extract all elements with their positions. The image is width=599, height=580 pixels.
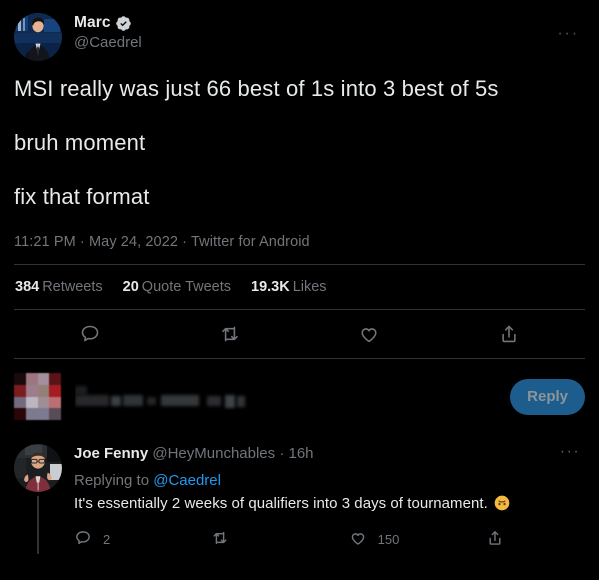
replying-to-line: Replying to @Caedrel (74, 471, 585, 491)
tweet-detail-page: Marc @Caedrel ··· MSI really was just 66… (0, 0, 599, 580)
reply-tweet: Joe Fenny @HeyMunchables · 16h ··· Reply… (0, 434, 599, 554)
reply-action-bar: 2 150 (74, 529, 504, 550)
reply-separator: · (279, 445, 285, 462)
reply-author-handle[interactable]: @HeyMunchables (152, 445, 275, 462)
author-handle[interactable]: @Caedrel (74, 34, 551, 52)
reply-more-options-button[interactable]: ··· (555, 444, 585, 470)
stat-retweets-label: Retweets (42, 279, 103, 295)
composer-avatar[interactable] (14, 373, 61, 420)
name-row: Marc (74, 14, 551, 33)
reply-avatar-column (14, 444, 62, 554)
retweet-icon (211, 529, 229, 550)
more-options-button[interactable]: ··· (551, 15, 585, 49)
avatar[interactable] (14, 13, 62, 61)
author-block: Marc @Caedrel (74, 13, 551, 52)
stat-quote-tweets-label: Quote Tweets (141, 279, 231, 295)
comment-icon (79, 323, 101, 345)
reply-author-display-name[interactable]: Joe Fenny (74, 445, 148, 462)
tweet-timestamp-meta: 11:21 PM · May 24, 2022 · Twitter for An… (14, 234, 310, 250)
main-tweet: Marc @Caedrel ··· MSI really was just 66… (0, 0, 599, 358)
tweet-body: MSI really was just 66 best of 1s into 3… (14, 75, 585, 211)
heart-icon (349, 529, 367, 550)
retweet-icon (219, 323, 241, 345)
tweet-header: Marc @Caedrel ··· (14, 8, 585, 61)
reply-author-line: Joe Fenny @HeyMunchables · 16h (74, 444, 555, 464)
reply-like-count: 150 (377, 532, 400, 547)
replying-to-handle-link[interactable]: @Caedrel (153, 472, 221, 489)
tweet-line-1: MSI really was just 66 best of 1s into 3… (14, 76, 499, 101)
reply-body-text: It's essentially 2 weeks of qualifiers i… (74, 494, 585, 517)
reply-share-button[interactable] (486, 529, 504, 550)
reply-reply-button[interactable]: 2 (74, 529, 211, 550)
share-icon (486, 529, 504, 550)
reply-timestamp[interactable]: 16h (289, 445, 314, 462)
tweet-line-2: bruh moment (14, 130, 146, 155)
stat-retweets-count: 384 (15, 279, 40, 295)
share-icon (498, 323, 520, 345)
reply-input-placeholder[interactable] (75, 384, 496, 410)
tweet-action-bar (14, 310, 585, 358)
reply-retweet-button[interactable] (211, 529, 348, 550)
reply-composer: Reply (0, 359, 599, 434)
share-action-button[interactable] (439, 323, 579, 345)
tweet-line-3: fix that format (14, 184, 150, 209)
replying-to-prefix: Replying to (74, 472, 154, 489)
stat-likes-label: Likes (292, 279, 327, 295)
engagement-stats: 384 Retweets 20 Quote Tweets 19.3K Likes (14, 265, 585, 309)
stat-likes[interactable]: 19.3K Likes (251, 279, 327, 295)
reply-reply-count: 2 (103, 532, 111, 547)
reply-button[interactable]: Reply (510, 378, 585, 415)
stat-likes-count: 19.3K (251, 279, 290, 295)
reply-like-button[interactable]: 150 (349, 529, 486, 550)
thread-connector-line (37, 496, 39, 554)
comment-icon (74, 529, 92, 550)
stat-quote-tweets[interactable]: 20 Quote Tweets (123, 279, 231, 295)
reply-avatar[interactable] (14, 444, 62, 492)
heart-icon (358, 323, 380, 345)
like-action-button[interactable] (300, 323, 440, 345)
retweet-action-button[interactable] (160, 323, 300, 345)
author-display-name: Marc (74, 14, 111, 31)
stat-quote-tweets-count: 20 (122, 279, 139, 295)
stat-retweets[interactable]: 384 Retweets (15, 279, 103, 295)
reply-content: Joe Fenny @HeyMunchables · 16h ··· Reply… (74, 444, 585, 554)
verified-badge-icon (115, 15, 132, 32)
reply-text-content: It's essentially 2 weeks of qualifiers i… (74, 495, 488, 512)
upside-down-face-emoji-icon (494, 495, 510, 517)
reply-action-button[interactable] (20, 323, 160, 345)
reply-header: Joe Fenny @HeyMunchables · 16h ··· (74, 444, 585, 470)
